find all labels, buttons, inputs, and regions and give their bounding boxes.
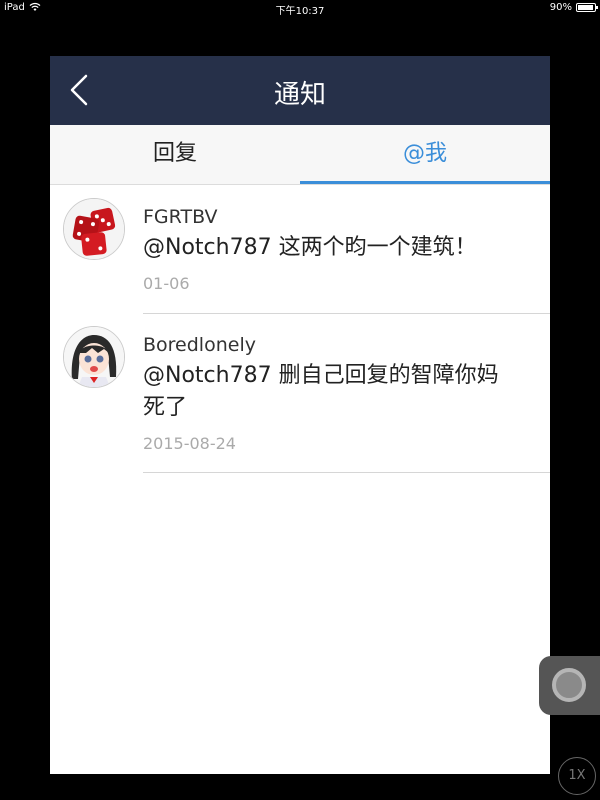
message-text: @Notch787 删自己回复的智障你妈死了 <box>143 363 499 420</box>
notification-list: FGRTBV @Notch787 这两个昀一个建筑！ 01-06 Boredlo… <box>50 186 550 473</box>
page-title: 通知 <box>273 80 326 110</box>
item-content: FGRTBV @Notch787 这两个昀一个建筑！ 01-06 <box>143 206 550 293</box>
list-item[interactable]: FGRTBV @Notch787 这两个昀一个建筑！ 01-06 <box>50 186 550 314</box>
divider <box>143 472 550 473</box>
timestamp: 01-06 <box>143 274 190 293</box>
battery-percent: 90% <box>549 2 572 13</box>
zoom-toggle-button[interactable]: 1X <box>558 757 596 795</box>
avatar[interactable] <box>63 198 125 260</box>
user-name[interactable]: FGRTBV <box>143 206 550 228</box>
navigation-bar: 通知 <box>50 56 550 125</box>
tab-bar: 回复 @我 <box>50 125 550 185</box>
user-name[interactable]: Boredlonely <box>143 334 550 356</box>
assistive-touch-button[interactable] <box>539 656 600 715</box>
red-dice-avatar <box>64 199 124 259</box>
battery-icon <box>576 3 598 12</box>
message-text: @Notch787 这两个昀一个建筑！ <box>143 235 477 260</box>
list-item[interactable]: Boredlonely @Notch787 删自己回复的智障你妈死了 2015-… <box>50 314 550 473</box>
item-content: Boredlonely @Notch787 删自己回复的智障你妈死了 2015-… <box>143 334 550 453</box>
anime-girl-avatar <box>64 327 124 387</box>
clock: 下午10:37 <box>275 6 325 17</box>
assistive-touch-icon <box>552 668 586 702</box>
active-tab-indicator <box>300 181 550 184</box>
timestamp: 2015-08-24 <box>143 434 236 453</box>
notification-screen: 通知 回复 @我 FGRTBV @Notch787 这两个昀一个建筑！ 01-0… <box>50 26 550 774</box>
status-bar: iPad 下午10:37 90% <box>0 0 600 17</box>
avatar[interactable] <box>63 326 125 388</box>
tab-replies[interactable]: 回复 <box>50 125 300 185</box>
top-strip <box>50 26 550 56</box>
tab-mentions[interactable]: @我 <box>300 125 550 185</box>
